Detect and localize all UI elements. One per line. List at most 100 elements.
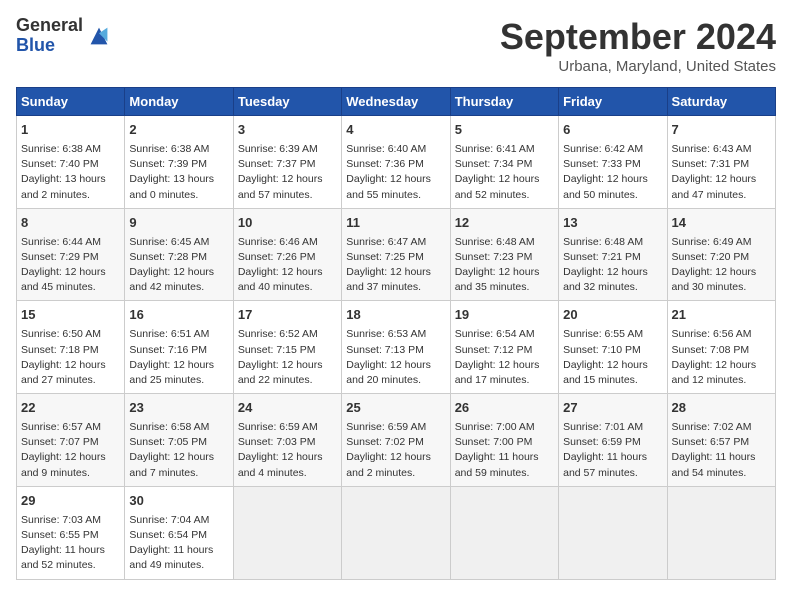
day-info-line: and 27 minutes. xyxy=(21,373,120,388)
day-info-line: and 32 minutes. xyxy=(563,280,662,295)
calendar-week-5: 29Sunrise: 7:03 AMSunset: 6:55 PMDayligh… xyxy=(17,486,776,579)
calendar-cell: 2 Sunrise: 6:38 AMSunset: 7:39 PMDaylight… xyxy=(125,116,233,209)
day-info-line: Daylight: 13 hours xyxy=(129,172,228,187)
day-info-line: Sunset: 7:39 PM xyxy=(129,157,228,172)
day-info-line: Sunrise: 6:48 AM xyxy=(455,235,554,250)
day-info-line: and 42 minutes. xyxy=(129,280,228,295)
day-info-line: Sunset: 7:10 PM xyxy=(563,343,662,358)
day-number: 22 xyxy=(21,399,120,418)
day-number: 5 xyxy=(455,121,554,140)
day-number: 25 xyxy=(346,399,445,418)
calendar-cell: 17Sunrise: 6:52 AMSunset: 7:15 PMDayligh… xyxy=(233,301,341,394)
day-info-line: Daylight: 12 hours xyxy=(129,450,228,465)
day-number: 3 xyxy=(238,121,337,140)
calendar-cell: 12Sunrise: 6:48 AMSunset: 7:23 PMDayligh… xyxy=(450,208,558,301)
day-info-line: Sunset: 7:23 PM xyxy=(455,250,554,265)
day-info-line: Daylight: 12 hours xyxy=(672,358,771,373)
day-number: 27 xyxy=(563,399,662,418)
day-info-line: Sunrise: 6:44 AM xyxy=(21,235,120,250)
day-info-line: Sunrise: 6:51 AM xyxy=(129,327,228,342)
day-info-line: and 57 minutes. xyxy=(563,466,662,481)
day-info-line: Daylight: 12 hours xyxy=(672,172,771,187)
day-info-line: Sunrise: 6:47 AM xyxy=(346,235,445,250)
day-info-line: Sunrise: 6:41 AM xyxy=(455,142,554,157)
day-number: 10 xyxy=(238,214,337,233)
calendar-cell: 18Sunrise: 6:53 AMSunset: 7:13 PMDayligh… xyxy=(342,301,450,394)
header-saturday: Saturday xyxy=(667,88,775,116)
day-number: 2 xyxy=(129,121,228,140)
day-info-line: Daylight: 12 hours xyxy=(563,265,662,280)
day-info-line: and 2 minutes. xyxy=(346,466,445,481)
day-info-line: and 37 minutes. xyxy=(346,280,445,295)
calendar-cell: 23 Sunrise: 6:58 AMSunset: 7:05 PMDayligh… xyxy=(125,394,233,487)
day-info-line: and 17 minutes. xyxy=(455,373,554,388)
header-wednesday: Wednesday xyxy=(342,88,450,116)
day-number: 28 xyxy=(672,399,771,418)
day-info-line: Sunrise: 6:38 AM xyxy=(129,142,228,157)
day-number: 30 xyxy=(129,492,228,511)
day-number: 26 xyxy=(455,399,554,418)
day-info-line: Sunrise: 7:02 AM xyxy=(672,420,771,435)
calendar-week-3: 15Sunrise: 6:50 AMSunset: 7:18 PMDayligh… xyxy=(17,301,776,394)
day-info-line: and 35 minutes. xyxy=(455,280,554,295)
day-info-line: Sunset: 6:59 PM xyxy=(563,435,662,450)
day-number: 11 xyxy=(346,214,445,233)
calendar-cell: 19Sunrise: 6:54 AMSunset: 7:12 PMDayligh… xyxy=(450,301,558,394)
day-info-line: Sunset: 7:26 PM xyxy=(238,250,337,265)
day-info-line: Sunset: 7:40 PM xyxy=(21,157,120,172)
day-number: 24 xyxy=(238,399,337,418)
day-info-line: Sunset: 7:31 PM xyxy=(672,157,771,172)
calendar-cell: 11Sunrise: 6:47 AMSunset: 7:25 PMDayligh… xyxy=(342,208,450,301)
day-number: 16 xyxy=(129,306,228,325)
day-info-line: Sunset: 7:33 PM xyxy=(563,157,662,172)
day-info-line: Daylight: 12 hours xyxy=(129,265,228,280)
day-number: 19 xyxy=(455,306,554,325)
logo-blue: Blue xyxy=(16,35,55,55)
day-info-line: and 59 minutes. xyxy=(455,466,554,481)
day-info-line: Sunset: 7:28 PM xyxy=(129,250,228,265)
day-info-line: Daylight: 12 hours xyxy=(238,450,337,465)
day-info-line: Sunrise: 6:38 AM xyxy=(21,142,120,157)
day-info-line: Sunrise: 6:46 AM xyxy=(238,235,337,250)
day-info-line: Daylight: 12 hours xyxy=(346,172,445,187)
day-info-line: Daylight: 12 hours xyxy=(129,358,228,373)
day-info-line: Sunrise: 6:59 AM xyxy=(346,420,445,435)
day-info-line: Sunset: 7:20 PM xyxy=(672,250,771,265)
day-info-line: and 30 minutes. xyxy=(672,280,771,295)
day-info-line: and 52 minutes. xyxy=(455,188,554,203)
day-info-line: Sunrise: 6:50 AM xyxy=(21,327,120,342)
day-info-line: Sunset: 7:37 PM xyxy=(238,157,337,172)
header-friday: Friday xyxy=(559,88,667,116)
day-info-line: and 50 minutes. xyxy=(563,188,662,203)
day-info-line: Sunset: 6:54 PM xyxy=(129,528,228,543)
day-info-line: Daylight: 12 hours xyxy=(21,265,120,280)
day-info-line: Daylight: 12 hours xyxy=(563,358,662,373)
day-info-line: Sunrise: 6:58 AM xyxy=(129,420,228,435)
calendar-cell xyxy=(342,486,450,579)
day-info-line: Daylight: 11 hours xyxy=(455,450,554,465)
day-info-line: and 22 minutes. xyxy=(238,373,337,388)
day-info-line: Sunset: 7:12 PM xyxy=(455,343,554,358)
day-info-line: and 25 minutes. xyxy=(129,373,228,388)
day-info-line: Sunrise: 6:42 AM xyxy=(563,142,662,157)
day-info-line: Sunset: 7:05 PM xyxy=(129,435,228,450)
day-info-line: Sunset: 7:02 PM xyxy=(346,435,445,450)
logo-general: General xyxy=(16,15,83,35)
header-monday: Monday xyxy=(125,88,233,116)
day-number: 7 xyxy=(672,121,771,140)
calendar-cell: 30Sunrise: 7:04 AMSunset: 6:54 PMDayligh… xyxy=(125,486,233,579)
day-info-line: Sunrise: 6:56 AM xyxy=(672,327,771,342)
day-number: 20 xyxy=(563,306,662,325)
day-info-line: Daylight: 11 hours xyxy=(21,543,120,558)
calendar-header-row: SundayMondayTuesdayWednesdayThursdayFrid… xyxy=(17,88,776,116)
logo-icon xyxy=(85,22,113,50)
calendar-cell: 1Sunrise: 6:38 AMSunset: 7:40 PMDaylight… xyxy=(17,116,125,209)
day-info-line: Sunrise: 6:53 AM xyxy=(346,327,445,342)
day-info-line: Sunset: 7:25 PM xyxy=(346,250,445,265)
day-info-line: Sunrise: 6:39 AM xyxy=(238,142,337,157)
day-info-line: Daylight: 12 hours xyxy=(672,265,771,280)
day-info-line: Daylight: 12 hours xyxy=(455,172,554,187)
day-info-line: Sunrise: 6:54 AM xyxy=(455,327,554,342)
day-info-line: and 4 minutes. xyxy=(238,466,337,481)
day-number: 23 xyxy=(129,399,228,418)
